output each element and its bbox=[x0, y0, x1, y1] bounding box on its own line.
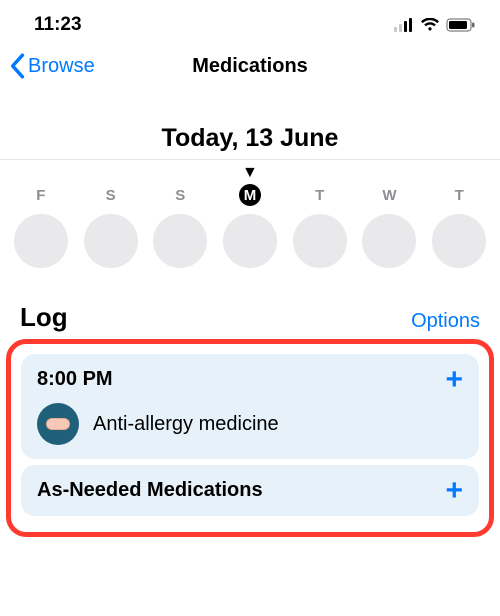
day-label[interactable]: T bbox=[424, 184, 494, 206]
chevron-left-icon bbox=[8, 53, 26, 79]
week-day-dots bbox=[0, 206, 500, 268]
status-indicators bbox=[394, 18, 476, 32]
pill-icon bbox=[37, 403, 79, 445]
as-needed-card[interactable]: As-Needed Medications + bbox=[21, 465, 479, 516]
scheduled-card-header: 8:00 PM + bbox=[37, 368, 463, 391]
day-label[interactable]: S bbox=[76, 184, 146, 206]
week-selector: ▼ F S S M T W T bbox=[0, 159, 500, 268]
day-dot[interactable] bbox=[362, 214, 416, 268]
scheduled-time: 8:00 PM bbox=[37, 368, 113, 391]
options-button[interactable]: Options bbox=[411, 310, 480, 333]
day-dot[interactable] bbox=[293, 214, 347, 268]
cellular-icon bbox=[394, 18, 414, 32]
day-dot[interactable] bbox=[153, 214, 207, 268]
day-dot[interactable] bbox=[84, 214, 138, 268]
day-label[interactable]: F bbox=[6, 184, 76, 206]
nav-bar: Browse Medications bbox=[0, 42, 500, 90]
medication-row[interactable]: Anti-allergy medicine bbox=[37, 403, 463, 445]
day-label[interactable]: T bbox=[285, 184, 355, 206]
add-as-needed-button[interactable]: + bbox=[445, 481, 463, 501]
day-dot[interactable] bbox=[223, 214, 277, 268]
scheduled-card[interactable]: 8:00 PM + Anti-allergy medicine bbox=[21, 354, 479, 459]
back-button[interactable]: Browse bbox=[8, 53, 95, 79]
week-day-labels: F S S M T W T bbox=[0, 182, 500, 206]
status-bar: 11:23 bbox=[0, 0, 500, 42]
log-title: Log bbox=[20, 302, 68, 333]
day-dot[interactable] bbox=[432, 214, 486, 268]
day-label-selected[interactable]: M bbox=[215, 184, 285, 206]
status-time: 11:23 bbox=[34, 14, 82, 36]
page-title: Medications bbox=[192, 55, 308, 78]
caret-down-icon: ▼ bbox=[242, 164, 258, 181]
selection-caret-row: ▼ bbox=[0, 164, 500, 182]
add-scheduled-button[interactable]: + bbox=[445, 370, 463, 390]
day-label[interactable]: S bbox=[145, 184, 215, 206]
day-label[interactable]: W bbox=[355, 184, 425, 206]
log-highlight-box: 8:00 PM + Anti-allergy medicine As-Neede… bbox=[6, 339, 494, 537]
battery-icon bbox=[446, 18, 476, 32]
medication-name: Anti-allergy medicine bbox=[93, 413, 279, 436]
log-header: Log Options bbox=[0, 268, 500, 337]
wifi-icon bbox=[420, 18, 440, 32]
as-needed-label: As-Needed Medications bbox=[37, 479, 263, 502]
back-label: Browse bbox=[28, 55, 95, 78]
day-dot[interactable] bbox=[14, 214, 68, 268]
date-heading: Today, 13 June bbox=[0, 124, 500, 153]
